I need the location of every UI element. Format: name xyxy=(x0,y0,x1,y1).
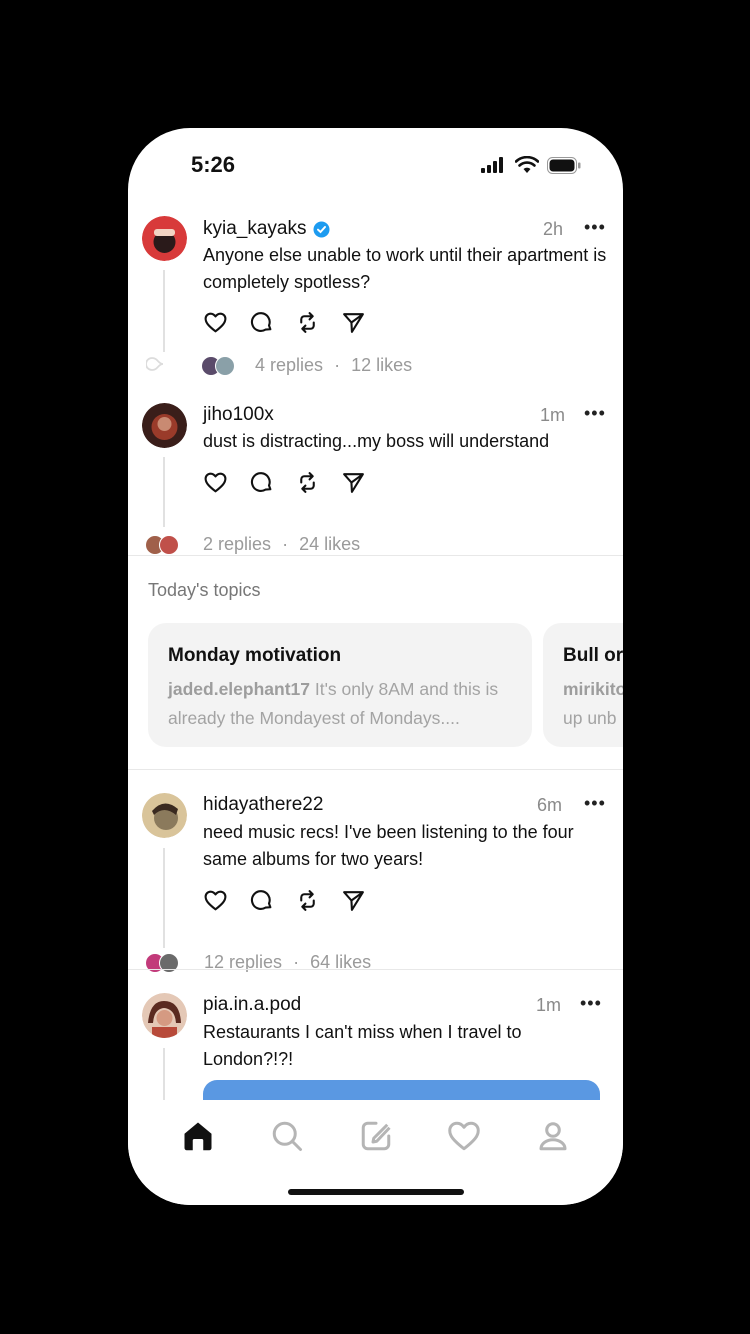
post-actions xyxy=(203,470,366,495)
reply-icon[interactable] xyxy=(249,470,274,495)
like-icon[interactable] xyxy=(203,470,228,495)
profile-icon[interactable] xyxy=(535,1118,571,1154)
topic-preview: mirikito up unb xyxy=(563,675,623,733)
divider xyxy=(128,555,623,556)
topic-author[interactable]: mirikito xyxy=(563,679,623,699)
post-username[interactable]: jiho100x xyxy=(203,404,274,426)
home-icon[interactable] xyxy=(180,1118,216,1154)
topic-title[interactable]: Bull or xyxy=(563,645,623,667)
reply-avatars xyxy=(145,535,179,555)
reply-avatars xyxy=(201,356,235,376)
post-text: Anyone else unable to work until their a… xyxy=(203,245,607,292)
post-actions xyxy=(203,310,366,335)
share-icon[interactable] xyxy=(341,470,366,495)
divider xyxy=(128,769,623,770)
thread-loop-icon xyxy=(146,357,164,371)
verified-badge-icon xyxy=(313,221,329,237)
avatar[interactable] xyxy=(142,993,187,1038)
username-text[interactable]: pia.in.a.pod xyxy=(203,994,301,1016)
post-username[interactable]: pia.in.a.pod xyxy=(203,994,301,1016)
heart-icon[interactable] xyxy=(446,1118,482,1154)
avatar[interactable] xyxy=(142,793,187,838)
thread-line xyxy=(163,1048,165,1100)
topic-text: up unb xyxy=(563,708,617,728)
topic-preview: jaded.elephant17 It's only 8AM and this … xyxy=(168,675,518,733)
status-bar: 5:26 xyxy=(128,128,623,208)
like-icon[interactable] xyxy=(203,888,228,913)
more-options-icon[interactable]: ••• xyxy=(584,403,606,424)
feed[interactable]: kyia_kayaks 2h ••• Anyone else unable to… xyxy=(128,208,623,1100)
more-options-icon[interactable]: ••• xyxy=(584,793,606,814)
post-image[interactable] xyxy=(203,1080,600,1100)
more-options-icon[interactable]: ••• xyxy=(584,217,606,238)
username-text[interactable]: hidayathere22 xyxy=(203,794,323,816)
share-icon[interactable] xyxy=(341,888,366,913)
separator: · xyxy=(334,355,341,375)
thread-line xyxy=(163,848,165,948)
post[interactable]: pia.in.a.pod 1m ••• Restaurants I can't … xyxy=(128,983,623,1100)
username-text[interactable]: kyia_kayaks xyxy=(203,218,307,240)
post-text: dust is distracting...my boss will under… xyxy=(203,431,550,451)
search-icon[interactable] xyxy=(269,1118,305,1154)
post-time: 1m xyxy=(536,995,562,1015)
repost-icon[interactable] xyxy=(295,310,320,335)
post[interactable]: kyia_kayaks 2h ••• Anyone else unable to… xyxy=(128,208,623,388)
separator: · xyxy=(282,534,289,554)
post-meta[interactable]: 4 replies · 12 likes xyxy=(255,355,412,376)
likes-count[interactable]: 12 likes xyxy=(351,355,412,375)
username-text[interactable]: jiho100x xyxy=(203,404,274,426)
post-time: 6m xyxy=(537,795,563,815)
post-meta[interactable]: 2 replies · 24 likes xyxy=(203,534,360,555)
reply-icon[interactable] xyxy=(249,310,274,335)
post-time: 1m xyxy=(540,405,566,425)
post-text: Restaurants I can't miss when I travel t… xyxy=(203,1022,522,1069)
compose-icon[interactable] xyxy=(358,1118,394,1154)
topic-card[interactable]: Bull or mirikito up unb xyxy=(543,623,623,747)
topic-author[interactable]: jaded.elephant17 xyxy=(168,679,310,699)
post-username[interactable]: kyia_kayaks xyxy=(203,218,330,240)
avatar xyxy=(159,535,179,555)
replies-count[interactable]: 2 replies xyxy=(203,534,271,554)
avatar xyxy=(159,953,179,973)
thread-line xyxy=(163,457,165,527)
like-icon[interactable] xyxy=(203,310,228,335)
post-actions xyxy=(203,888,366,913)
wifi-icon xyxy=(515,156,539,173)
reply-avatars xyxy=(145,953,179,973)
post-username[interactable]: hidayathere22 xyxy=(203,794,323,816)
home-indicator[interactable] xyxy=(288,1189,464,1195)
phone-screen: 5:26 kyia_kayaks 2h ••• Anyone else unab… xyxy=(128,128,623,1205)
more-options-icon[interactable]: ••• xyxy=(580,993,602,1014)
share-icon[interactable] xyxy=(341,310,366,335)
signal-icon xyxy=(481,157,503,173)
status-icons xyxy=(481,156,581,174)
replies-count[interactable]: 4 replies xyxy=(255,355,323,375)
thread-line xyxy=(163,270,165,352)
likes-count[interactable]: 24 likes xyxy=(299,534,360,554)
reply-icon[interactable] xyxy=(249,888,274,913)
repost-icon[interactable] xyxy=(295,888,320,913)
topics-heading: Today's topics xyxy=(148,580,261,600)
topic-card[interactable]: Monday motivation jaded.elephant17 It's … xyxy=(148,623,532,747)
divider xyxy=(128,969,623,970)
avatar[interactable] xyxy=(142,216,187,261)
avatar xyxy=(215,356,235,376)
topic-title[interactable]: Monday motivation xyxy=(168,645,341,667)
post-text: need music recs! I've been listening to … xyxy=(203,822,574,869)
post-time: 2h xyxy=(543,219,564,239)
avatar[interactable] xyxy=(142,403,187,448)
repost-icon[interactable] xyxy=(295,470,320,495)
status-time: 5:26 xyxy=(191,152,236,177)
post[interactable]: hidayathere22 6m ••• need music recs! I'… xyxy=(128,783,623,973)
battery-icon xyxy=(547,156,581,174)
